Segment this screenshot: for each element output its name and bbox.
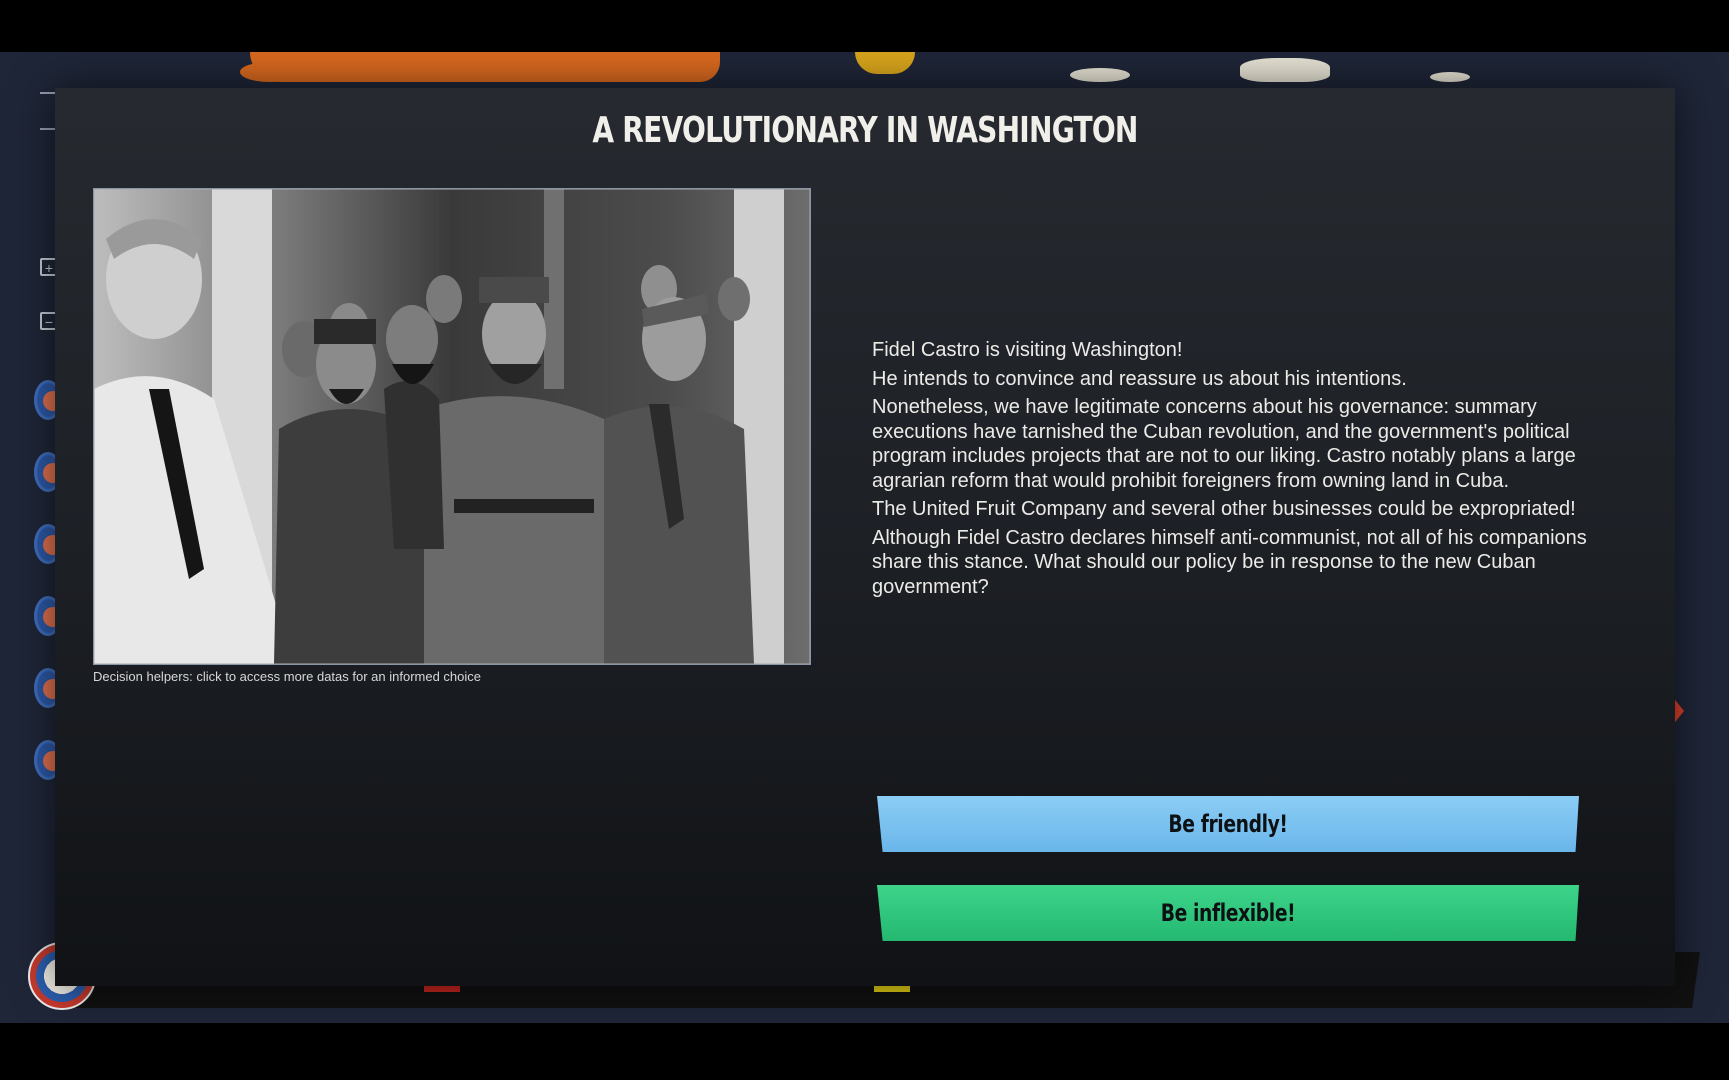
letterbox-bottom <box>0 1023 1729 1080</box>
sidebar-divider <box>40 92 56 94</box>
event-paragraph: Although Fidel Castro declares himself a… <box>872 526 1587 598</box>
sidebar-divider <box>40 128 56 130</box>
left-sidebar: + − <box>0 52 62 1023</box>
historical-photo-icon <box>94 189 810 664</box>
letterbox-top <box>0 0 1729 52</box>
decision-helpers-caption[interactable]: Decision helpers: click to access more d… <box>93 669 481 684</box>
event-photo <box>93 188 811 665</box>
event-description: Fidel Castro is visiting Washington! He … <box>872 338 1602 603</box>
choice-label: Be inflexible! <box>1160 899 1296 927</box>
choice-label: Be friendly! <box>1168 810 1288 838</box>
event-paragraph: He intends to convince and reassure us a… <box>872 367 1407 390</box>
game-screen: + − A REVOLUTIONARY IN WASHINGTON Decisi… <box>0 0 1729 1080</box>
event-dialog: A REVOLUTIONARY IN WASHINGTON Decision h… <box>55 88 1675 986</box>
be-inflexible-button[interactable]: Be inflexible! <box>877 885 1579 941</box>
be-friendly-button[interactable]: Be friendly! <box>877 796 1579 852</box>
event-paragraph: The United Fruit Company and several oth… <box>872 498 1576 520</box>
event-paragraph: Nonetheless, we have legitimate concerns… <box>872 396 1576 492</box>
event-title: A REVOLUTIONARY IN WASHINGTON <box>592 110 1138 151</box>
event-paragraph: Fidel Castro is visiting Washington! <box>872 339 1183 361</box>
